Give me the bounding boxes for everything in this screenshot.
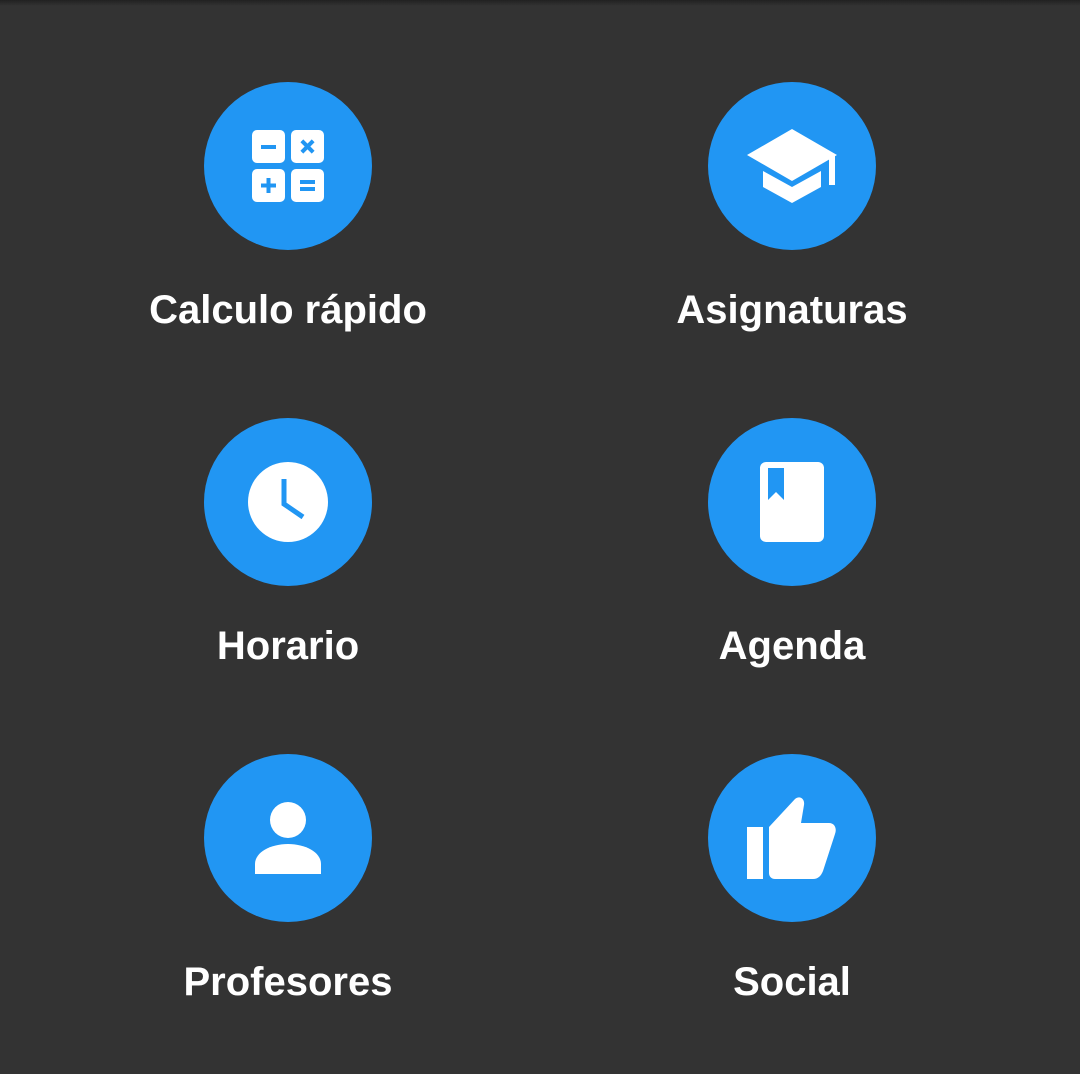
- menu-item-label: Calculo rápido: [149, 288, 427, 332]
- graduation-cap-icon: [747, 129, 837, 203]
- bookmark-book-icon: [760, 462, 824, 542]
- menu-item-label: Horario: [216, 624, 360, 668]
- thumbs-up-icon: [747, 797, 836, 879]
- menu-item-label: Profesores: [183, 960, 393, 1004]
- asignaturas-button[interactable]: [708, 82, 876, 250]
- menu-item-social[interactable]: Social: [592, 754, 992, 1054]
- menu-item-label: Agenda: [718, 624, 866, 668]
- clock-icon: [248, 462, 328, 542]
- profesores-button[interactable]: [204, 754, 372, 922]
- person-icon: [255, 802, 321, 874]
- social-button[interactable]: [708, 754, 876, 922]
- menu-item-calculo-rapido[interactable]: Calculo rápido: [88, 82, 488, 382]
- menu-grid: Calculo rápido Asignaturas Horario Agend…: [0, 0, 1080, 1074]
- menu-item-asignaturas[interactable]: Asignaturas: [592, 82, 992, 382]
- menu-item-agenda[interactable]: Agenda: [592, 418, 992, 718]
- menu-item-profesores[interactable]: Profesores: [88, 754, 488, 1054]
- menu-item-label: Asignaturas: [676, 288, 908, 332]
- menu-item-horario[interactable]: Horario: [88, 418, 488, 718]
- horario-button[interactable]: [204, 418, 372, 586]
- calculo-rapido-button[interactable]: [204, 82, 372, 250]
- menu-item-label: Social: [733, 960, 851, 1004]
- calculator-icon: [252, 130, 324, 202]
- agenda-button[interactable]: [708, 418, 876, 586]
